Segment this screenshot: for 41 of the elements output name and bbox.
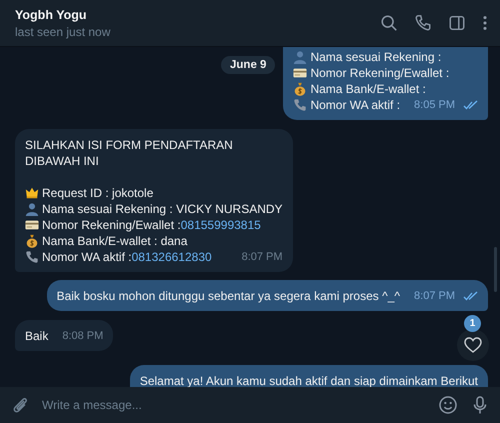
message-text: Nomor Rekening/Ewallet :081559993815 — [42, 217, 261, 233]
sidebar-toggle-icon[interactable] — [448, 14, 466, 32]
more-menu-icon[interactable] — [482, 14, 488, 32]
message-text: Baik bosku mohon ditunggu sebentar ya segera kami proses ^_^ — [56, 288, 400, 304]
phone-link[interactable]: 081559993815 — [180, 218, 261, 232]
phone-link[interactable]: 081326612830 — [132, 250, 212, 264]
message-text: Nama sesuai Rekening : — [310, 49, 442, 65]
message-time: 8:05 PM — [414, 98, 455, 113]
card-icon — [25, 218, 39, 232]
person-icon — [293, 50, 308, 64]
message-text: Nama Bank/E-wallet : dana — [42, 233, 188, 249]
search-icon[interactable] — [380, 14, 398, 32]
card-icon — [293, 66, 308, 80]
phone-icon[interactable] — [414, 14, 432, 32]
crown-icon — [25, 186, 39, 200]
message-input-field[interactable]: Write a message... — [42, 393, 426, 417]
message-composer[interactable]: Write a message... — [0, 387, 500, 423]
message-time: 8:07 PM — [242, 250, 283, 265]
message-text: Nomor WA aktif : — [310, 97, 400, 113]
chat-title: Yogbh Yogu — [15, 8, 88, 22]
message-text: Nama Bank/E-wallet : — [310, 81, 426, 97]
heart-icon — [464, 337, 482, 353]
message-time: 8:08 PM — [62, 329, 104, 344]
money-bag-icon — [293, 82, 308, 96]
reaction-button[interactable] — [457, 329, 489, 361]
emoji-icon[interactable] — [438, 395, 458, 415]
message-text: Nama sesuai Rekening : VICKY NURSANDY — [42, 201, 283, 217]
message-text: DIBAWAH INI — [25, 153, 99, 169]
person-icon — [25, 202, 39, 216]
last-seen-status: last seen just now — [15, 24, 112, 38]
money-bag-icon — [25, 234, 39, 248]
message-text: Request ID : jokotole — [42, 185, 154, 201]
message-text: Nomor Rekening/Ewallet : — [310, 65, 450, 81]
message-text: Baik — [25, 328, 48, 344]
message-time: 8:07 PM — [414, 289, 455, 304]
phone-icon — [293, 98, 308, 112]
phone-icon — [25, 250, 39, 264]
reaction-count-badge: 1 — [464, 315, 481, 332]
message-text: SILAHKAN ISI FORM PENDAFTARAN — [25, 137, 233, 153]
message-text: Nomor WA aktif :081326612830 — [42, 249, 212, 265]
date-chip: June 9 — [221, 56, 276, 74]
